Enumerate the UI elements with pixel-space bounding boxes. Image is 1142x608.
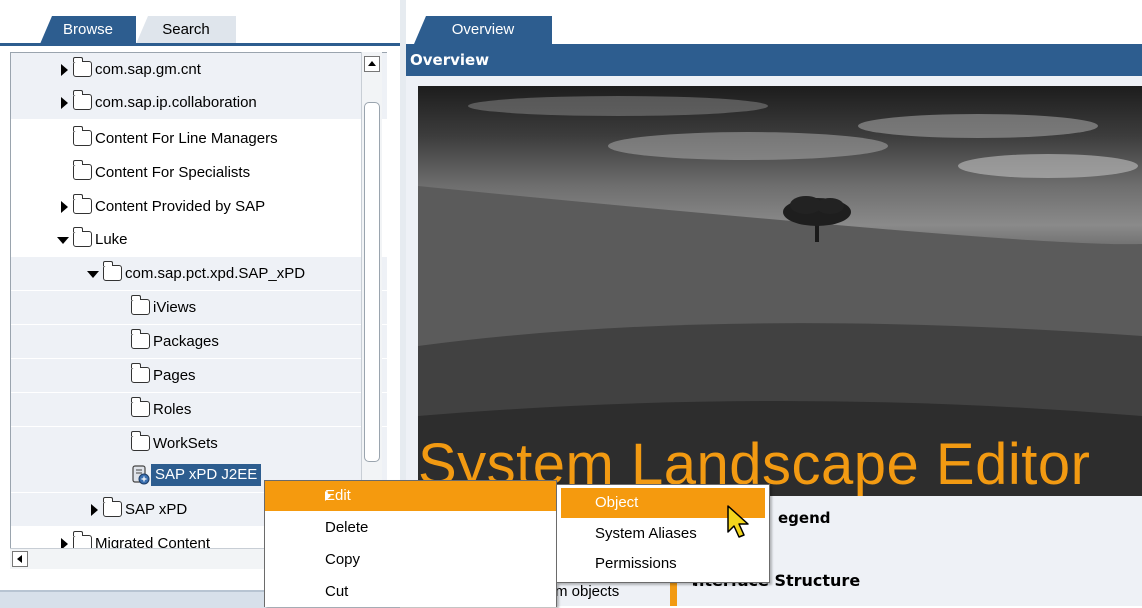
tree-item-label: com.sap.pct.xpd.SAP_xPD [125,265,306,282]
system-objects-text: m objects [555,583,620,600]
tree-item[interactable]: com.sap.ip.collaboration [11,86,387,119]
folder-icon [72,194,92,214]
tab-search[interactable]: Search [136,16,236,44]
folder-icon [102,497,122,517]
menu-item-label: Delete [325,519,369,536]
catalog-tabs: Browse Search [0,0,400,46]
tree-item[interactable]: WorkSets [11,427,387,460]
context-menu: Edit Delete Copy Cut [264,480,557,607]
collapse-arrow-icon[interactable] [87,271,99,278]
tree-item[interactable]: Roles [11,393,387,426]
tree-item[interactable]: com.sap.gm.cnt [11,53,387,86]
scroll-left-icon[interactable] [12,551,28,567]
folder-icon [72,90,92,110]
menu-item-label: Cut [325,583,349,600]
expand-arrow-icon[interactable] [61,201,68,213]
menu-item-label: Copy [325,551,361,568]
tree-item-label: Luke [95,231,128,248]
tree-item[interactable]: Content For Line Managers [11,122,387,155]
editor-tabs: Overview [406,0,1142,44]
tab-overview[interactable]: Overview [414,16,552,44]
tab-browse[interactable]: Browse [40,16,136,44]
menu-item-label: Object [595,494,639,511]
menu-item-cut[interactable]: Cut [265,577,556,607]
tree-item[interactable]: com.sap.pct.xpd.SAP_xPD [11,257,387,290]
menu-item-delete[interactable]: Delete [265,513,556,543]
scroll-up-icon[interactable] [364,56,380,72]
tree-item[interactable]: Content Provided by SAP [11,190,387,223]
scrollbar-thumb[interactable] [364,102,380,462]
folder-icon [130,397,150,417]
tree-item-label: com.sap.gm.cnt [95,61,201,78]
expand-arrow-icon[interactable] [61,64,68,76]
folder-icon [130,431,150,451]
tree-item-label: Content Provided by SAP [95,198,266,215]
expand-arrow-icon[interactable] [61,97,68,109]
tab-underline [0,43,400,46]
tree-item-label: WorkSets [153,435,218,452]
folder-icon [72,126,92,146]
tree-item-label: Content For Specialists [95,164,251,181]
tree-item-label: Packages [153,333,219,350]
hero-image: System Landscape Editor [418,86,1142,496]
mouse-cursor-icon [727,505,749,538]
folder-icon [130,329,150,349]
submenu-item-permissions[interactable]: Permissions [557,549,769,579]
menu-item-label: Permissions [595,555,677,572]
tree-item-label: SAP xPD [125,501,188,518]
folder-icon [72,160,92,180]
tree-item[interactable]: iViews [11,291,387,324]
expand-arrow-icon[interactable] [91,504,98,516]
folder-icon [72,57,92,77]
collapse-arrow-icon[interactable] [57,237,69,244]
tree-item[interactable]: Luke [11,223,387,256]
page-title: Overview [410,51,490,69]
tree-item-label: com.sap.ip.collaboration [95,94,257,111]
overview-header: Overview [406,44,1142,76]
tree-item-label: Content For Line Managers [95,130,278,147]
system-icon [132,465,150,485]
tree-item-label: Pages [153,367,196,384]
tree-item-label: Roles [153,401,192,418]
menu-item-copy[interactable]: Copy [265,545,556,575]
tree-item[interactable]: Packages [11,325,387,358]
menu-item-label: System Aliases [595,525,697,542]
legend-heading[interactable]: egend [778,509,831,527]
folder-icon [130,295,150,315]
submenu-arrow-icon [325,491,548,501]
tree-item[interactable]: Pages [11,359,387,392]
folder-icon [102,261,122,281]
tree-item-label: iViews [153,299,197,316]
folder-icon [72,227,92,247]
menu-item-edit[interactable]: Edit [265,481,556,511]
folder-icon [130,363,150,383]
tree-item[interactable]: Content For Specialists [11,156,387,189]
tree-item-label: SAP xPD J2EE [151,464,262,486]
